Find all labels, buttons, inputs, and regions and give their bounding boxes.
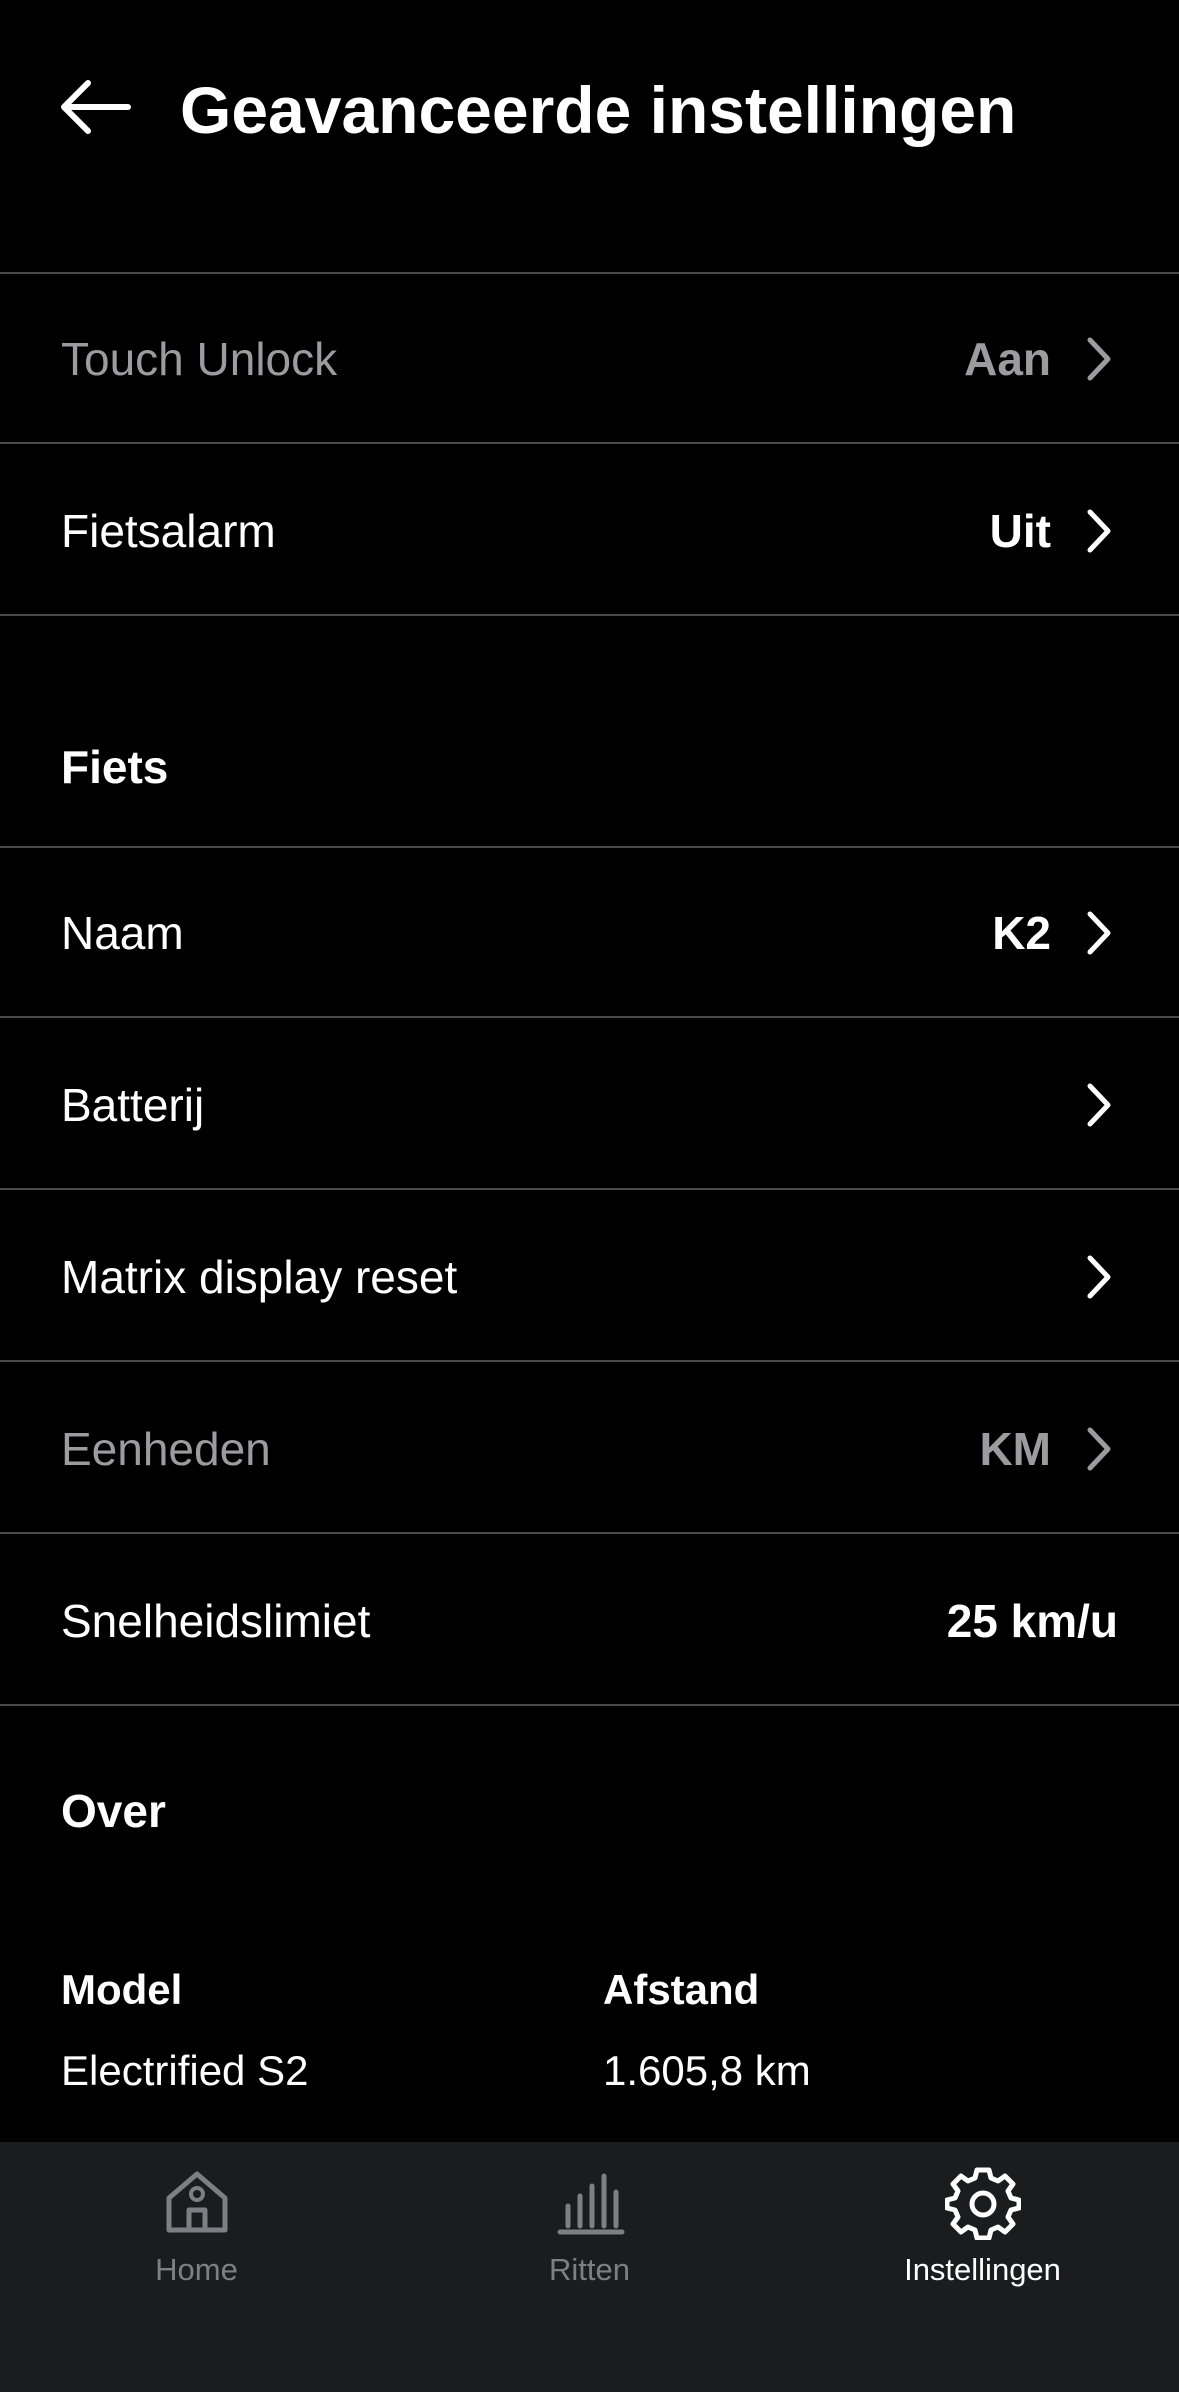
- matrix-display-reset-row[interactable]: Matrix display reset: [0, 1192, 1179, 1362]
- model-label: Model: [61, 1966, 183, 2013]
- bike-name-right: K2: [992, 848, 1117, 1018]
- speed-limit-right: 25 km/u: [947, 1536, 1118, 1706]
- units-right: KM: [979, 1364, 1117, 1534]
- app-header: Geavanceerde instellingen: [0, 0, 1179, 205]
- bike-alarm-value: Uit: [989, 505, 1051, 557]
- units-row[interactable]: Eenheden KM: [0, 1364, 1179, 1534]
- about-section-title: Over: [61, 1785, 166, 1837]
- bike-name-label: Naam: [61, 907, 184, 959]
- speed-limit-row: Snelheidslimiet 25 km/u: [0, 1536, 1179, 1706]
- tab-settings-label: Instellingen: [904, 2252, 1061, 2287]
- bike-alarm-row[interactable]: Fietsalarm Uit: [0, 446, 1179, 616]
- bike-section-title: Fiets: [61, 741, 169, 793]
- units-value: KM: [979, 1423, 1051, 1475]
- bike-alarm-right: Uit: [990, 446, 1117, 616]
- chevron-right-icon: [1081, 506, 1117, 556]
- matrix-display-reset-right: [1081, 1192, 1117, 1362]
- tab-home[interactable]: Home: [0, 2162, 393, 2312]
- chevron-right-icon: [1081, 334, 1117, 384]
- tab-rides-label: Ritten: [549, 2252, 630, 2287]
- distance-label: Afstand: [603, 1966, 760, 2013]
- speed-limit-value: 25 km/u: [946, 1595, 1118, 1647]
- chevron-right-icon: [1081, 1252, 1117, 1302]
- touch-unlock-label: Touch Unlock: [61, 333, 338, 385]
- settings-list: Touch Unlock Aan Fietsalarm Uit Fiets Na…: [0, 0, 1179, 2142]
- page-title: Geavanceerde instellingen: [180, 73, 1017, 147]
- chevron-right-icon: [1081, 1424, 1117, 1474]
- tab-rides[interactable]: Ritten: [393, 2162, 786, 2312]
- home-icon: [157, 2162, 237, 2242]
- battery-row[interactable]: Batterij: [0, 1020, 1179, 1190]
- bike-name-value: K2: [992, 907, 1051, 959]
- battery-label: Batterij: [61, 1079, 205, 1131]
- bottom-tab-bar: Home Ritten Instellingen: [0, 2142, 1179, 2392]
- bike-name-row[interactable]: Naam K2: [0, 848, 1179, 1018]
- chevron-right-icon: [1081, 1080, 1117, 1130]
- gear-icon: [943, 2162, 1023, 2242]
- touch-unlock-value: Aan: [964, 333, 1051, 385]
- matrix-display-reset-label: Matrix display reset: [61, 1251, 458, 1303]
- units-label: Eenheden: [61, 1423, 271, 1475]
- distance-value: 1.605,8 km: [603, 2047, 811, 2094]
- model-value: Electrified S2: [61, 2047, 309, 2094]
- touch-unlock-right: Aan: [964, 274, 1117, 444]
- back-button[interactable]: [50, 62, 140, 152]
- bar-chart-icon: [550, 2162, 630, 2242]
- tab-home-label: Home: [155, 2252, 238, 2287]
- arrow-left-icon: [61, 80, 131, 134]
- touch-unlock-row[interactable]: Touch Unlock Aan: [0, 274, 1179, 444]
- tab-settings[interactable]: Instellingen: [786, 2162, 1179, 2312]
- speed-limit-label: Snelheidslimiet: [61, 1595, 371, 1647]
- chevron-right-icon: [1081, 908, 1117, 958]
- battery-right: [1081, 1020, 1117, 1190]
- bike-alarm-label: Fietsalarm: [61, 505, 276, 557]
